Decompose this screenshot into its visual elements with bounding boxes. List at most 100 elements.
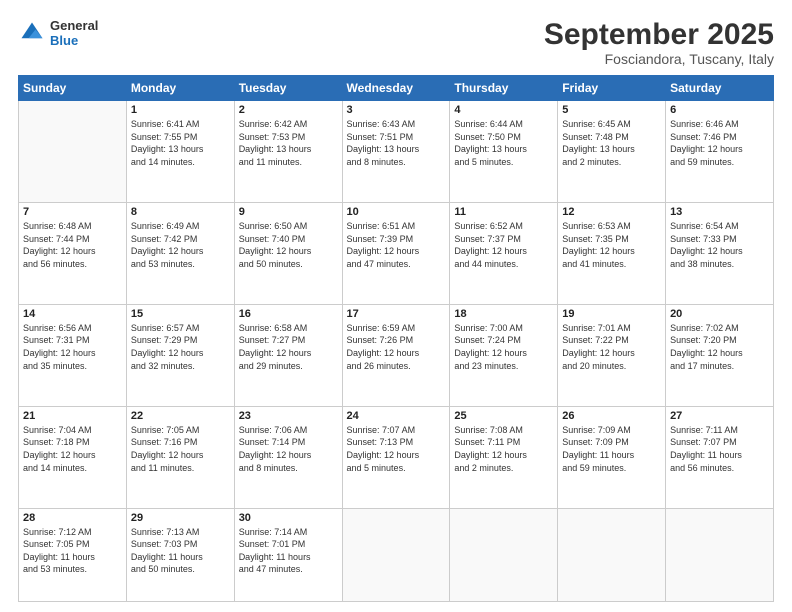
- cell-content: Sunrise: 7:04 AM Sunset: 7:18 PM Dayligh…: [23, 424, 122, 474]
- title-block: September 2025 Fosciandora, Tuscany, Ita…: [544, 18, 774, 67]
- cell-content: Sunrise: 6:50 AM Sunset: 7:40 PM Dayligh…: [239, 220, 338, 270]
- day-number: 9: [239, 206, 338, 218]
- page: General Blue September 2025 Fosciandora,…: [0, 0, 792, 612]
- day-number: 18: [454, 308, 553, 320]
- day-number: 12: [562, 206, 661, 218]
- day-number: 21: [23, 410, 122, 422]
- day-number: 13: [670, 206, 769, 218]
- cell-content: Sunrise: 6:45 AM Sunset: 7:48 PM Dayligh…: [562, 118, 661, 168]
- day-number: 26: [562, 410, 661, 422]
- cell-content: Sunrise: 6:51 AM Sunset: 7:39 PM Dayligh…: [347, 220, 446, 270]
- header-wednesday: Wednesday: [342, 76, 450, 101]
- table-row: [450, 508, 558, 601]
- day-number: 19: [562, 308, 661, 320]
- cell-content: Sunrise: 6:59 AM Sunset: 7:26 PM Dayligh…: [347, 322, 446, 372]
- day-number: 27: [670, 410, 769, 422]
- day-number: 29: [131, 512, 230, 524]
- table-row: 10 Sunrise: 6:51 AM Sunset: 7:39 PM Dayli…: [342, 202, 450, 304]
- day-number: 23: [239, 410, 338, 422]
- table-row: 29 Sunrise: 7:13 AM Sunset: 7:03 PM Dayli…: [126, 508, 234, 601]
- day-number: 30: [239, 512, 338, 524]
- cell-content: Sunrise: 7:12 AM Sunset: 7:05 PM Dayligh…: [23, 526, 122, 576]
- table-row: 18 Sunrise: 7:00 AM Sunset: 7:24 PM Dayli…: [450, 304, 558, 406]
- cell-content: Sunrise: 6:53 AM Sunset: 7:35 PM Dayligh…: [562, 220, 661, 270]
- day-number: 3: [347, 104, 446, 116]
- header-friday: Friday: [558, 76, 666, 101]
- cell-content: Sunrise: 7:01 AM Sunset: 7:22 PM Dayligh…: [562, 322, 661, 372]
- cell-content: Sunrise: 6:54 AM Sunset: 7:33 PM Dayligh…: [670, 220, 769, 270]
- cell-content: Sunrise: 6:42 AM Sunset: 7:53 PM Dayligh…: [239, 118, 338, 168]
- month-title: September 2025: [544, 18, 774, 51]
- table-row: 22 Sunrise: 7:05 AM Sunset: 7:16 PM Dayli…: [126, 406, 234, 508]
- table-row: 7 Sunrise: 6:48 AM Sunset: 7:44 PM Daylig…: [19, 202, 127, 304]
- cell-content: Sunrise: 7:09 AM Sunset: 7:09 PM Dayligh…: [562, 424, 661, 474]
- day-number: 28: [23, 512, 122, 524]
- table-row: 9 Sunrise: 6:50 AM Sunset: 7:40 PM Daylig…: [234, 202, 342, 304]
- table-row: 19 Sunrise: 7:01 AM Sunset: 7:22 PM Dayli…: [558, 304, 666, 406]
- cell-content: Sunrise: 7:08 AM Sunset: 7:11 PM Dayligh…: [454, 424, 553, 474]
- table-row: 20 Sunrise: 7:02 AM Sunset: 7:20 PM Dayli…: [666, 304, 774, 406]
- table-row: [666, 508, 774, 601]
- cell-content: Sunrise: 7:13 AM Sunset: 7:03 PM Dayligh…: [131, 526, 230, 576]
- cell-content: Sunrise: 6:43 AM Sunset: 7:51 PM Dayligh…: [347, 118, 446, 168]
- calendar-header-row: Sunday Monday Tuesday Wednesday Thursday…: [19, 76, 774, 101]
- table-row: 8 Sunrise: 6:49 AM Sunset: 7:42 PM Daylig…: [126, 202, 234, 304]
- cell-content: Sunrise: 7:07 AM Sunset: 7:13 PM Dayligh…: [347, 424, 446, 474]
- day-number: 11: [454, 206, 553, 218]
- cell-content: Sunrise: 7:06 AM Sunset: 7:14 PM Dayligh…: [239, 424, 338, 474]
- table-row: 28 Sunrise: 7:12 AM Sunset: 7:05 PM Dayli…: [19, 508, 127, 601]
- table-row: 4Sunrise: 6:44 AM Sunset: 7:50 PM Daylig…: [450, 101, 558, 203]
- table-row: 25Sunrise: 7:08 AM Sunset: 7:11 PM Dayli…: [450, 406, 558, 508]
- day-number: 22: [131, 410, 230, 422]
- day-number: 8: [131, 206, 230, 218]
- table-row: 24Sunrise: 7:07 AM Sunset: 7:13 PM Dayli…: [342, 406, 450, 508]
- day-number: 20: [670, 308, 769, 320]
- table-row: 5 Sunrise: 6:45 AM Sunset: 7:48 PM Daylig…: [558, 101, 666, 203]
- table-row: 2 Sunrise: 6:42 AM Sunset: 7:53 PM Daylig…: [234, 101, 342, 203]
- cell-content: Sunrise: 6:41 AM Sunset: 7:55 PM Dayligh…: [131, 118, 230, 168]
- day-number: 1: [131, 104, 230, 116]
- cell-content: Sunrise: 7:11 AM Sunset: 7:07 PM Dayligh…: [670, 424, 769, 474]
- header-tuesday: Tuesday: [234, 76, 342, 101]
- location-title: Fosciandora, Tuscany, Italy: [544, 51, 774, 67]
- day-number: 6: [670, 104, 769, 116]
- cell-content: Sunrise: 6:57 AM Sunset: 7:29 PM Dayligh…: [131, 322, 230, 372]
- day-number: 10: [347, 206, 446, 218]
- table-row: 23 Sunrise: 7:06 AM Sunset: 7:14 PM Dayli…: [234, 406, 342, 508]
- table-row: [342, 508, 450, 601]
- table-row: 21 Sunrise: 7:04 AM Sunset: 7:18 PM Dayli…: [19, 406, 127, 508]
- table-row: 1 Sunrise: 6:41 AM Sunset: 7:55 PM Daylig…: [126, 101, 234, 203]
- table-row: 12 Sunrise: 6:53 AM Sunset: 7:35 PM Dayli…: [558, 202, 666, 304]
- cell-content: Sunrise: 7:05 AM Sunset: 7:16 PM Dayligh…: [131, 424, 230, 474]
- cell-content: Sunrise: 7:14 AM Sunset: 7:01 PM Dayligh…: [239, 526, 338, 576]
- table-row: 17Sunrise: 6:59 AM Sunset: 7:26 PM Dayli…: [342, 304, 450, 406]
- cell-content: Sunrise: 6:52 AM Sunset: 7:37 PM Dayligh…: [454, 220, 553, 270]
- day-number: 16: [239, 308, 338, 320]
- table-row: 16 Sunrise: 6:58 AM Sunset: 7:27 PM Dayli…: [234, 304, 342, 406]
- table-row: 14Sunrise: 6:56 AM Sunset: 7:31 PM Dayli…: [19, 304, 127, 406]
- table-row: 27 Sunrise: 7:11 AM Sunset: 7:07 PM Dayli…: [666, 406, 774, 508]
- cell-content: Sunrise: 6:44 AM Sunset: 7:50 PM Dayligh…: [454, 118, 553, 168]
- table-row: 15 Sunrise: 6:57 AM Sunset: 7:29 PM Dayli…: [126, 304, 234, 406]
- table-row: [19, 101, 127, 203]
- cell-content: Sunrise: 6:48 AM Sunset: 7:44 PM Dayligh…: [23, 220, 122, 270]
- table-row: 26 Sunrise: 7:09 AM Sunset: 7:09 PM Dayli…: [558, 406, 666, 508]
- day-number: 2: [239, 104, 338, 116]
- logo-text: General Blue: [50, 18, 98, 48]
- header-monday: Monday: [126, 76, 234, 101]
- day-number: 15: [131, 308, 230, 320]
- cell-content: Sunrise: 7:02 AM Sunset: 7:20 PM Dayligh…: [670, 322, 769, 372]
- table-row: 11 Sunrise: 6:52 AM Sunset: 7:37 PM Dayli…: [450, 202, 558, 304]
- header-sunday: Sunday: [19, 76, 127, 101]
- table-row: 30 Sunrise: 7:14 AM Sunset: 7:01 PM Dayli…: [234, 508, 342, 601]
- header-thursday: Thursday: [450, 76, 558, 101]
- day-number: 7: [23, 206, 122, 218]
- cell-content: Sunrise: 6:58 AM Sunset: 7:27 PM Dayligh…: [239, 322, 338, 372]
- cell-content: Sunrise: 6:49 AM Sunset: 7:42 PM Dayligh…: [131, 220, 230, 270]
- day-number: 5: [562, 104, 661, 116]
- table-row: 13 Sunrise: 6:54 AM Sunset: 7:33 PM Dayli…: [666, 202, 774, 304]
- header: General Blue September 2025 Fosciandora,…: [18, 18, 774, 67]
- logo-icon: [18, 19, 46, 47]
- cell-content: Sunrise: 7:00 AM Sunset: 7:24 PM Dayligh…: [454, 322, 553, 372]
- cell-content: Sunrise: 6:56 AM Sunset: 7:31 PM Dayligh…: [23, 322, 122, 372]
